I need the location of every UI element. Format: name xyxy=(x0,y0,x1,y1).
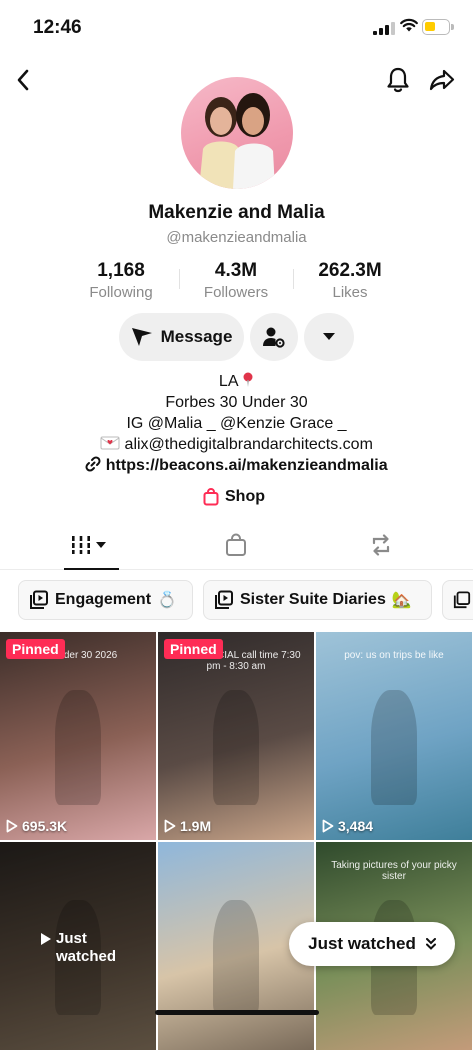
pin-icon xyxy=(243,372,253,387)
video-thumbnail-figure xyxy=(370,690,418,805)
shopping-bag-icon xyxy=(203,488,219,506)
bio-link[interactable]: https://beacons.ai/makenzieandmalia xyxy=(0,455,473,476)
chevron-left-icon xyxy=(17,69,29,91)
bio-line-2: Forbes 30 Under 30 xyxy=(165,394,308,411)
grid-icon xyxy=(72,536,90,554)
message-label: Message xyxy=(160,327,233,346)
stat-divider xyxy=(179,269,180,289)
playlist-icon xyxy=(215,590,233,609)
following-count: 1,168 xyxy=(97,260,145,281)
shop-link[interactable]: Shop xyxy=(203,488,265,506)
likes-stat[interactable]: 262.3M Likes xyxy=(295,260,405,301)
video-overlay-text: Taking pictures of your picky sister xyxy=(331,860,457,882)
just-watched-tag-text: Just watched xyxy=(56,930,117,965)
just-watched-tag: Just watched xyxy=(40,930,126,966)
playlist-chip-engagement[interactable]: Engagement 💍 xyxy=(18,580,193,620)
playlist-chip-sister-suite-diaries[interactable]: Sister Suite Diaries 🏡 xyxy=(203,580,432,620)
following-label: Following xyxy=(89,284,153,301)
video-tile[interactable]: pov: us on trips be like 3,484 xyxy=(316,632,472,840)
playlist-icon xyxy=(30,590,48,609)
view-count-text: 695.3K xyxy=(22,818,68,834)
playlist-chip-partial[interactable] xyxy=(442,580,473,620)
tab-reposts[interactable] xyxy=(369,534,393,561)
video-thumbnail-figure xyxy=(54,690,102,805)
bio-location-line: LA xyxy=(0,371,473,392)
notifications-button[interactable] xyxy=(380,62,416,98)
playlist-icon xyxy=(453,591,471,609)
love-letter-icon xyxy=(100,436,120,450)
shop-label: Shop xyxy=(225,488,265,505)
video-tile[interactable]: COMMERCIAL call time 7:30 pm - 8:30 am Pi… xyxy=(158,632,314,840)
video-tile[interactable]: 30 under 30 2026 Pinned 695.3K xyxy=(0,632,156,840)
view-count: 3,484 xyxy=(322,818,373,834)
shopping-bag-icon xyxy=(226,533,246,556)
user-gear-icon xyxy=(263,327,285,348)
bio-email[interactable]: alix@thedigitalbrandarchitects.com xyxy=(125,436,373,453)
username: @makenzieandmalia xyxy=(166,229,307,246)
caret-down-icon xyxy=(96,542,106,548)
video-thumbnail-figure xyxy=(212,900,260,1015)
video-thumbnail-figure xyxy=(212,690,260,805)
content-tabs xyxy=(0,525,473,570)
battery-icon xyxy=(422,19,454,35)
just-watched-label: Just watched xyxy=(308,934,416,953)
likes-count: 262.3M xyxy=(318,260,382,281)
just-watched-button[interactable]: Just watched xyxy=(289,922,455,966)
follow-settings-button[interactable] xyxy=(250,313,298,361)
playlist-label: Engagement xyxy=(55,591,152,608)
tab-videos[interactable] xyxy=(70,535,106,555)
profile-avatar[interactable] xyxy=(181,77,293,189)
followers-count: 4.3M xyxy=(214,260,258,281)
ring-icon: 💍 xyxy=(157,592,177,609)
video-overlay-text: pov: us on trips be like xyxy=(344,650,444,661)
caret-down-icon xyxy=(323,333,335,340)
repost-icon xyxy=(372,534,390,556)
active-tab-indicator xyxy=(64,568,119,570)
following-stat[interactable]: 1,168 Following xyxy=(66,260,176,301)
house-icon: 🏡 xyxy=(391,592,412,609)
display-name: Makenzie and Malia xyxy=(148,202,325,223)
signal-icon xyxy=(373,22,395,35)
bio-line-3: IG @Malia _ @Kenzie Grace _ xyxy=(126,415,347,432)
share-button[interactable] xyxy=(424,62,460,98)
pinned-badge: Pinned xyxy=(164,639,223,659)
stat-divider xyxy=(293,269,294,289)
play-outline-icon xyxy=(6,819,18,833)
video-tile[interactable]: Just watched xyxy=(0,842,156,1050)
playlist-label: Sister Suite Diaries xyxy=(240,591,386,608)
view-count: 1.9M xyxy=(164,818,211,834)
play-outline-icon xyxy=(322,819,334,833)
tab-shop[interactable] xyxy=(225,533,247,562)
likes-label: Likes xyxy=(332,284,368,301)
play-icon xyxy=(41,933,51,945)
bio-email-line: alix@thedigitalbrandarchitects.com xyxy=(0,434,473,455)
bell-icon xyxy=(387,67,409,93)
pinned-badge: Pinned xyxy=(6,639,65,659)
play-outline-icon xyxy=(164,819,176,833)
bio: LA Forbes 30 Under 30 IG @Malia _ @Kenzi… xyxy=(0,371,473,476)
link-icon xyxy=(85,456,101,472)
avatar-photo xyxy=(199,93,275,189)
double-chevron-down-icon xyxy=(425,938,436,950)
home-indicator xyxy=(155,1010,319,1015)
view-count-text: 3,484 xyxy=(338,818,374,834)
bio-location: LA xyxy=(218,373,238,390)
followers-stat[interactable]: 4.3M Followers xyxy=(181,260,291,301)
view-count-text: 1.9M xyxy=(180,818,212,834)
share-icon xyxy=(429,69,455,91)
message-button[interactable]: Message xyxy=(119,313,244,361)
send-icon xyxy=(131,328,152,346)
status-time: 12:46 xyxy=(33,17,82,38)
bio-link-text: https://beacons.ai/makenzieandmalia xyxy=(105,457,388,474)
more-options-button[interactable] xyxy=(304,313,354,361)
back-button[interactable] xyxy=(5,62,41,98)
followers-label: Followers xyxy=(203,284,269,301)
wifi-icon xyxy=(400,18,418,32)
view-count: 695.3K xyxy=(6,818,67,834)
